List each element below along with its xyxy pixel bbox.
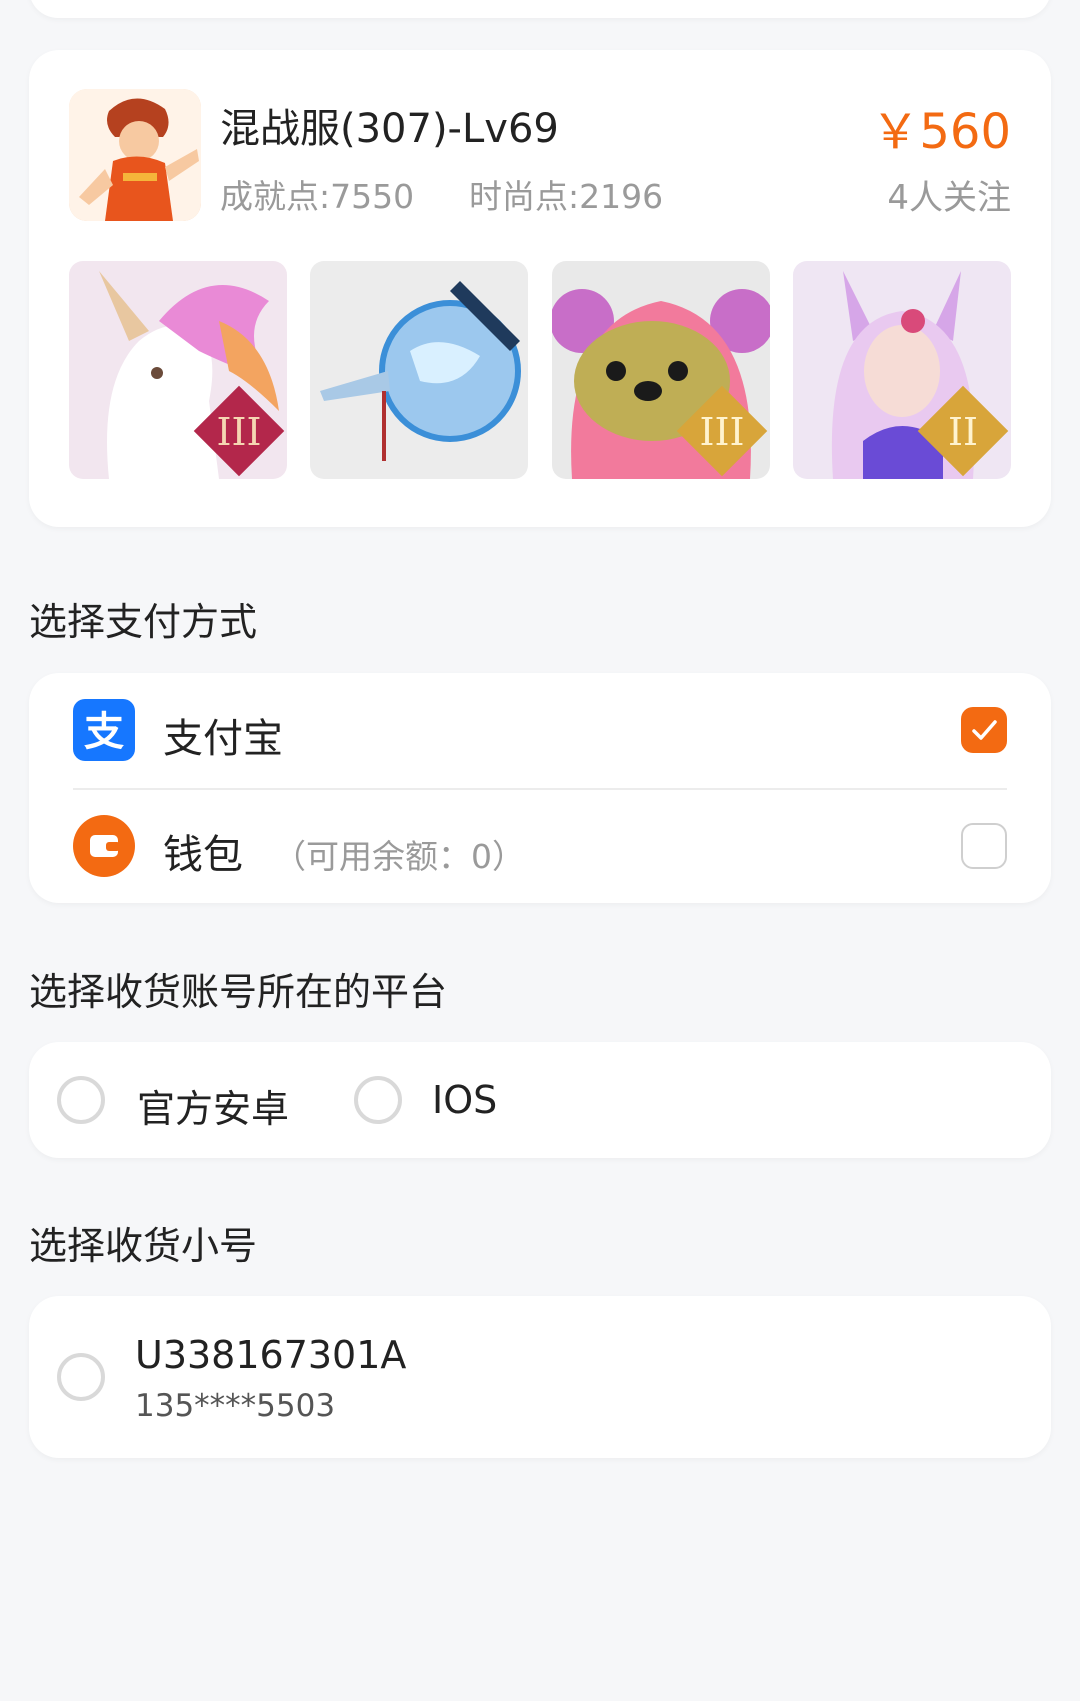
- ios-radio[interactable]: [354, 1076, 402, 1124]
- wallet-label: 钱包: [163, 832, 243, 878]
- item-thumbnails: III III II: [69, 261, 1011, 479]
- previous-card: [29, 0, 1051, 18]
- account-radio[interactable]: [57, 1353, 105, 1401]
- listing-card[interactable]: 混战服(307)-Lv69 成就点:7550 时尚点:2196 ￥560 4人关…: [29, 50, 1051, 527]
- account-phone: 135****5503: [135, 1388, 336, 1424]
- svg-text:II: II: [948, 410, 978, 454]
- alipay-icon: 支: [73, 699, 135, 761]
- wallet-icon: [73, 815, 135, 877]
- platform-section-title: 选择收货账号所在的平台: [29, 970, 448, 1014]
- android-radio[interactable]: [57, 1076, 105, 1124]
- ios-label[interactable]: IOS: [432, 1078, 497, 1122]
- svg-text:支: 支: [84, 709, 124, 755]
- fox-girl-item-thumbnail[interactable]: II: [792, 261, 1011, 479]
- teapot-item-thumbnail[interactable]: [310, 261, 529, 479]
- wallet-checkbox[interactable]: [961, 823, 1007, 869]
- payment-option-wallet[interactable]: 钱包 （可用余额：0）: [29, 789, 1051, 904]
- svg-text:III: III: [216, 410, 261, 454]
- wallet-balance-note: （可用余额：0）: [273, 837, 525, 876]
- payment-option-alipay[interactable]: 支 支付宝: [29, 673, 1051, 788]
- svg-text:III: III: [699, 410, 744, 454]
- payment-section-title: 选择支付方式: [29, 600, 258, 644]
- follower-count: 4人关注: [887, 178, 1011, 218]
- payment-card: 支 支付宝 钱包 （可用余额：0）: [29, 673, 1051, 903]
- account-id: U338167301A: [135, 1333, 407, 1377]
- price: ￥560: [871, 104, 1011, 160]
- account-section-title: 选择收货小号: [29, 1224, 258, 1268]
- listing-title: 混战服(307)-Lv69: [220, 106, 559, 152]
- achievement-points: 成就点:7550: [220, 177, 415, 216]
- alipay-checkbox[interactable]: [961, 707, 1007, 753]
- android-label[interactable]: 官方安卓: [137, 1078, 289, 1133]
- unicorn-mount-thumbnail[interactable]: III: [69, 261, 287, 479]
- platform-card: 官方安卓 IOS: [29, 1042, 1051, 1158]
- pink-bear-item-thumbnail[interactable]: III: [551, 261, 770, 479]
- account-card[interactable]: U338167301A 135****5503: [29, 1296, 1051, 1458]
- alipay-label: 支付宝: [163, 716, 283, 762]
- fashion-points: 时尚点:2196: [469, 177, 664, 216]
- character-avatar: [69, 89, 201, 221]
